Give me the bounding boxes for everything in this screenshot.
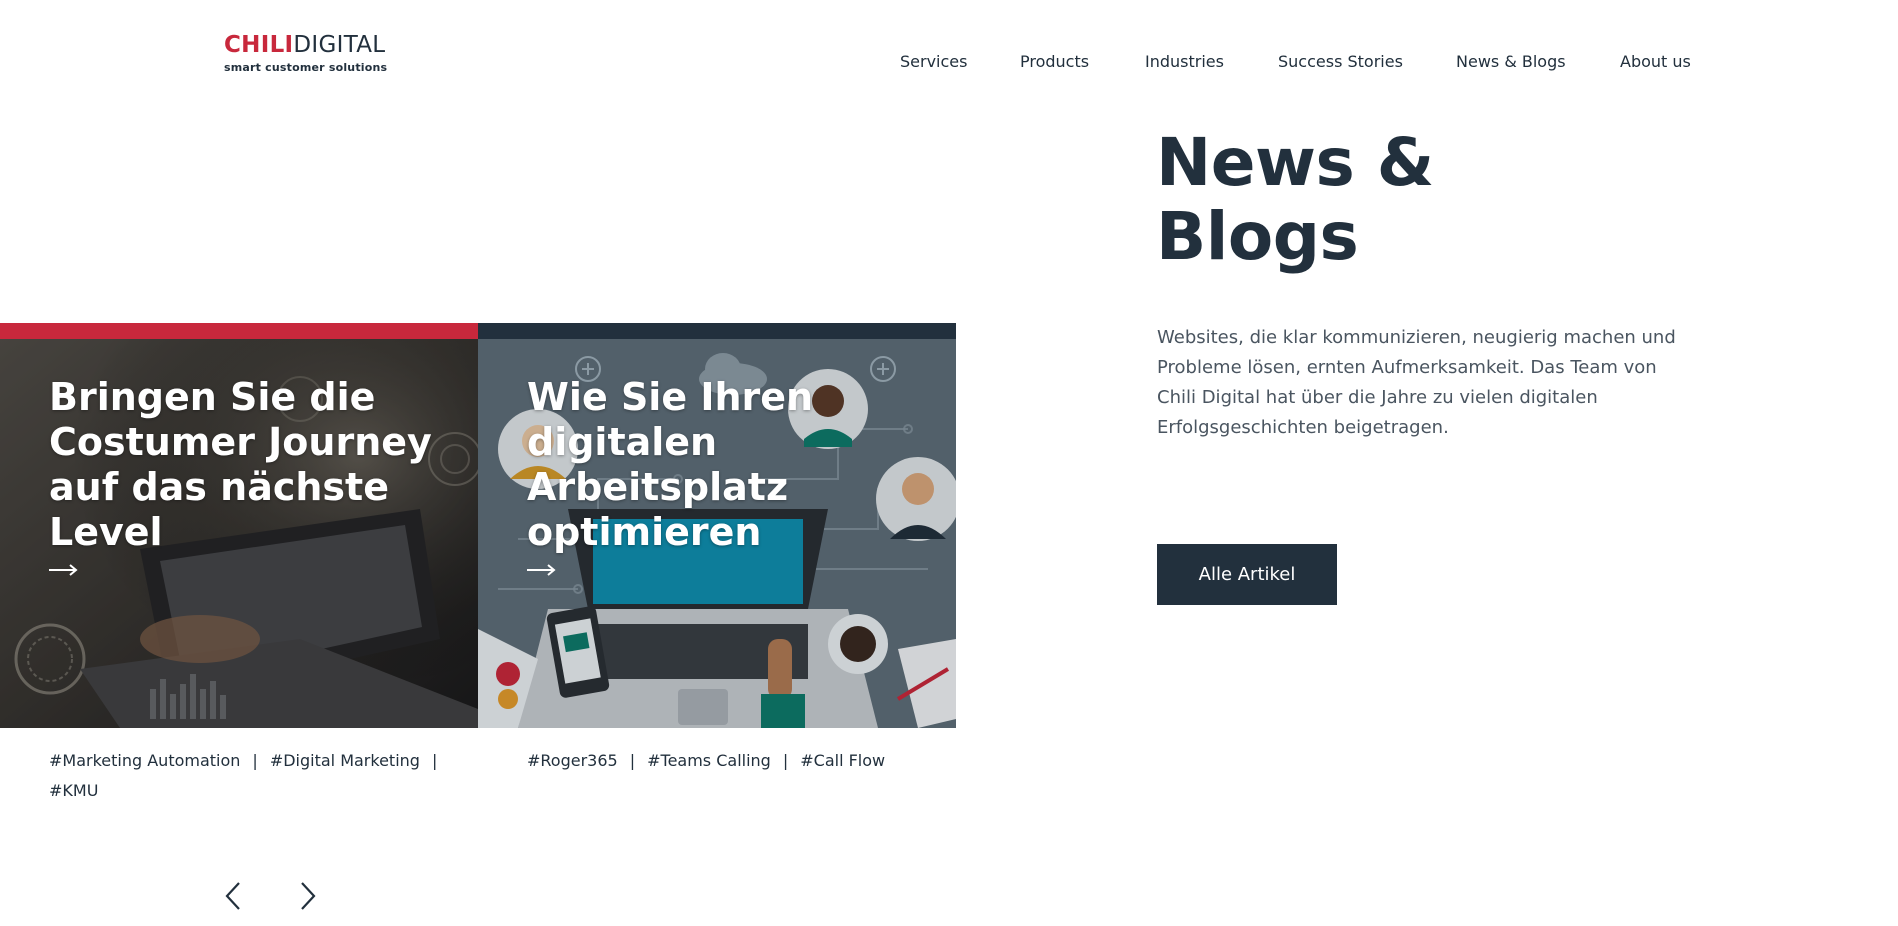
tag-link[interactable]: #Call Flow bbox=[800, 751, 885, 770]
tag-link[interactable]: #KMU bbox=[49, 781, 98, 800]
nav-item-news-blogs[interactable]: News & Blogs bbox=[1456, 52, 1566, 71]
tag-separator: | bbox=[252, 751, 258, 770]
chevron-left-icon[interactable] bbox=[222, 880, 244, 912]
tag-link[interactable]: #Digital Marketing bbox=[270, 751, 420, 770]
article-card[interactable]: Bringen Sie die Costumer Journey auf das… bbox=[0, 323, 478, 728]
nav-item-success-stories[interactable]: Success Stories bbox=[1278, 52, 1403, 71]
tag-link[interactable]: #Roger365 bbox=[527, 751, 618, 770]
article-title[interactable]: Bringen Sie die Costumer Journey auf das… bbox=[49, 375, 449, 555]
nav-item-about-us[interactable]: About us bbox=[1620, 52, 1691, 71]
article-title[interactable]: Wie Sie Ihren digitalen Arbeitsplatz opt… bbox=[527, 375, 867, 555]
tag-separator: | bbox=[431, 751, 438, 770]
arrow-right-icon[interactable] bbox=[527, 563, 557, 577]
nav-item-industries[interactable]: Industries bbox=[1145, 52, 1224, 71]
main-nav: Services Products Industries Success Sto… bbox=[0, 52, 1898, 76]
intro-text: Websites, die klar kommunizieren, neugie… bbox=[1157, 327, 1676, 438]
nav-item-products[interactable]: Products bbox=[1020, 52, 1089, 71]
chevron-right-icon[interactable] bbox=[297, 880, 319, 912]
tag-separator: | bbox=[629, 751, 636, 770]
tag-link[interactable]: #Marketing Automation bbox=[49, 751, 240, 770]
tag-separator: | bbox=[782, 751, 789, 770]
article-tags: #Roger365 | #Teams Calling | #Call Flow bbox=[527, 746, 947, 776]
nav-item-services[interactable]: Services bbox=[900, 52, 967, 71]
tag-link[interactable]: #Teams Calling bbox=[647, 751, 771, 770]
page-title: News & Blogs bbox=[1156, 124, 1434, 275]
article-card[interactable]: Wie Sie Ihren digitalen Arbeitsplatz opt… bbox=[478, 323, 956, 728]
all-articles-button[interactable]: Alle Artikel bbox=[1157, 544, 1337, 605]
arrow-right-icon[interactable] bbox=[49, 563, 79, 577]
article-tags: #Marketing Automation | #Digital Marketing… bbox=[49, 746, 469, 806]
